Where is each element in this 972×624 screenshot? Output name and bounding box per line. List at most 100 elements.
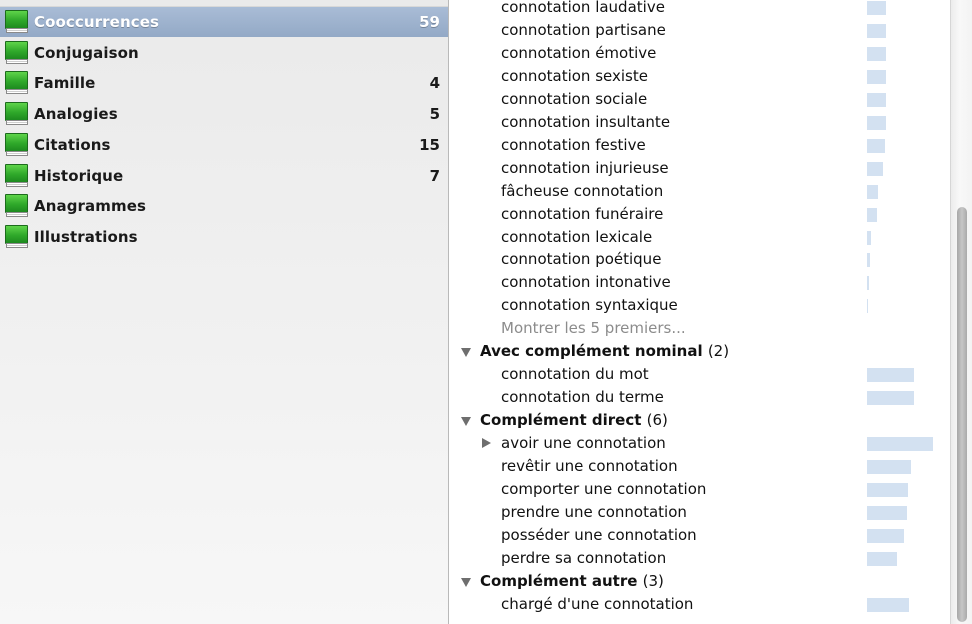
sidebar-item-label: Anagrammes xyxy=(34,197,147,215)
list-item-text: fâcheuse connotation xyxy=(501,182,664,200)
sidebar-item-illustrations[interactable]: Illustrations xyxy=(0,222,448,252)
sidebar-item-count: 15 xyxy=(419,136,440,154)
list-item[interactable]: connotation intonative xyxy=(450,272,950,295)
list-item[interactable]: connotation sociale xyxy=(450,89,950,112)
frequency-bar xyxy=(867,460,911,474)
list-item[interactable]: connotation insultante xyxy=(450,112,950,135)
disclosure-triangle-icon[interactable] xyxy=(461,348,471,357)
sidebar-item-label: Historique xyxy=(34,167,124,185)
sidebar-item-label: Citations xyxy=(34,136,111,154)
sidebar-item-label: Conjugaison xyxy=(34,44,139,62)
list-item-text: connotation lexicale xyxy=(501,228,653,246)
sidebar-item-analogies[interactable]: Analogies 5 xyxy=(0,99,448,129)
list-item[interactable]: connotation poétique xyxy=(450,249,950,272)
frequency-bar xyxy=(867,391,914,405)
list-item-text: connotation insultante xyxy=(501,113,671,131)
list-item-text: posséder une connotation xyxy=(501,526,697,544)
list-item-text: comporter une connotation xyxy=(501,480,707,498)
book-icon xyxy=(5,225,28,249)
frequency-bar xyxy=(867,598,909,612)
list-item[interactable]: connotation partisane xyxy=(450,20,950,43)
sidebar-item-label: Illustrations xyxy=(34,228,138,246)
list-item-text: connotation du mot xyxy=(501,365,649,383)
section-title: Complément autre (3) xyxy=(480,572,664,590)
frequency-bar xyxy=(867,1,886,15)
cooccurrence-list: connotation laudative connotation partisa… xyxy=(450,0,950,624)
frequency-bar xyxy=(867,368,914,382)
disclosure-triangle-icon[interactable] xyxy=(461,578,471,587)
list-item-text: connotation partisane xyxy=(501,21,666,39)
sidebar-item-count: 59 xyxy=(419,13,440,31)
list-item-text: chargé d'une connotation xyxy=(501,595,694,613)
book-icon xyxy=(5,41,28,65)
list-item[interactable]: connotation du mot xyxy=(450,364,950,387)
list-item[interactable]: connotation festive xyxy=(450,135,950,158)
sidebar-item-conjugaison[interactable]: Conjugaison xyxy=(0,38,448,68)
list-item[interactable]: revêtir une connotation xyxy=(450,456,950,479)
list-item-text: prendre une connotation xyxy=(501,503,687,521)
frequency-bar xyxy=(867,529,904,543)
list-item[interactable]: connotation lexicale xyxy=(450,227,950,250)
list-item[interactable]: connotation émotive xyxy=(450,43,950,66)
list-item-text: connotation émotive xyxy=(501,44,657,62)
list-item-text: connotation laudative xyxy=(501,0,665,16)
vertical-scrollbar[interactable] xyxy=(950,0,972,624)
section-header[interactable]: Complément autre (3) xyxy=(450,571,950,594)
sidebar-item-label: Famille xyxy=(34,74,96,92)
list-item[interactable]: connotation syntaxique xyxy=(450,295,950,318)
frequency-bar xyxy=(867,24,886,38)
section-title-text: Complément direct xyxy=(480,411,642,429)
list-item[interactable]: connotation du terme xyxy=(450,387,950,410)
sidebar-item-partial[interactable] xyxy=(0,0,448,7)
frequency-bar xyxy=(867,70,886,84)
frequency-bar xyxy=(867,276,869,290)
disclosure-triangle-icon[interactable] xyxy=(461,417,471,426)
frequency-bar xyxy=(867,93,886,107)
list-item[interactable]: connotation injurieuse xyxy=(450,158,950,181)
list-item[interactable]: comporter une connotation xyxy=(450,479,950,502)
list-item-text: avoir une connotation xyxy=(501,434,666,452)
list-item[interactable]: fâcheuse connotation xyxy=(450,181,950,204)
list-item[interactable]: perdre sa connotation xyxy=(450,548,950,571)
section-title-text: Avec complément nominal xyxy=(480,342,703,360)
list-item[interactable]: connotation sexiste xyxy=(450,66,950,89)
sidebar-item-famille[interactable]: Famille 4 xyxy=(0,68,448,98)
show-first-link-row[interactable]: Montrer les 5 premiers... xyxy=(450,318,950,341)
list-item-text: connotation injurieuse xyxy=(501,159,669,177)
sidebar-item-historique[interactable]: Historique 7 xyxy=(0,161,448,191)
section-header[interactable]: Complément direct (6) xyxy=(450,410,950,433)
frequency-bar xyxy=(867,506,907,520)
list-item[interactable]: chargé d'une connotation xyxy=(450,594,950,617)
section-title-text: Complément autre xyxy=(480,572,638,590)
list-item[interactable]: posséder une connotation xyxy=(450,525,950,548)
sidebar-item-citations[interactable]: Citations 15 xyxy=(0,130,448,160)
sidebar-item-count: 4 xyxy=(429,74,440,92)
frequency-bar xyxy=(867,116,886,130)
book-icon xyxy=(5,164,28,188)
sidebar-item-cooccurrences[interactable]: Cooccurrences 59 xyxy=(0,7,448,37)
list-item[interactable]: avoir une connotation xyxy=(450,433,950,456)
show-first-link[interactable]: Montrer les 5 premiers... xyxy=(501,319,686,337)
section-count: (3) xyxy=(642,572,664,590)
book-icon xyxy=(5,71,28,95)
frequency-bar xyxy=(867,231,871,245)
section-header[interactable]: Avec complément nominal (2) xyxy=(450,341,950,364)
list-item-text: connotation sexiste xyxy=(501,67,648,85)
list-item-text: connotation poétique xyxy=(501,250,662,268)
list-item[interactable]: connotation laudative xyxy=(450,0,950,20)
sidebar-item-anagrammes[interactable]: Anagrammes xyxy=(0,191,448,221)
list-item-text: connotation du terme xyxy=(501,388,664,406)
list-item-text: connotation intonative xyxy=(501,273,671,291)
book-icon xyxy=(5,133,28,157)
sidebar-item-count: 5 xyxy=(429,105,440,123)
frequency-bar xyxy=(867,162,883,176)
frequency-bar xyxy=(867,47,886,61)
scroll-thumb[interactable] xyxy=(957,207,967,622)
list-item[interactable]: prendre une connotation xyxy=(450,502,950,525)
expand-triangle-icon[interactable] xyxy=(482,438,491,448)
section-count: (2) xyxy=(707,342,730,360)
sidebar-item-label: Analogies xyxy=(34,105,118,123)
list-item[interactable]: connotation funéraire xyxy=(450,204,950,227)
sidebar-item-count: 7 xyxy=(429,167,440,185)
frequency-bar xyxy=(867,185,878,199)
